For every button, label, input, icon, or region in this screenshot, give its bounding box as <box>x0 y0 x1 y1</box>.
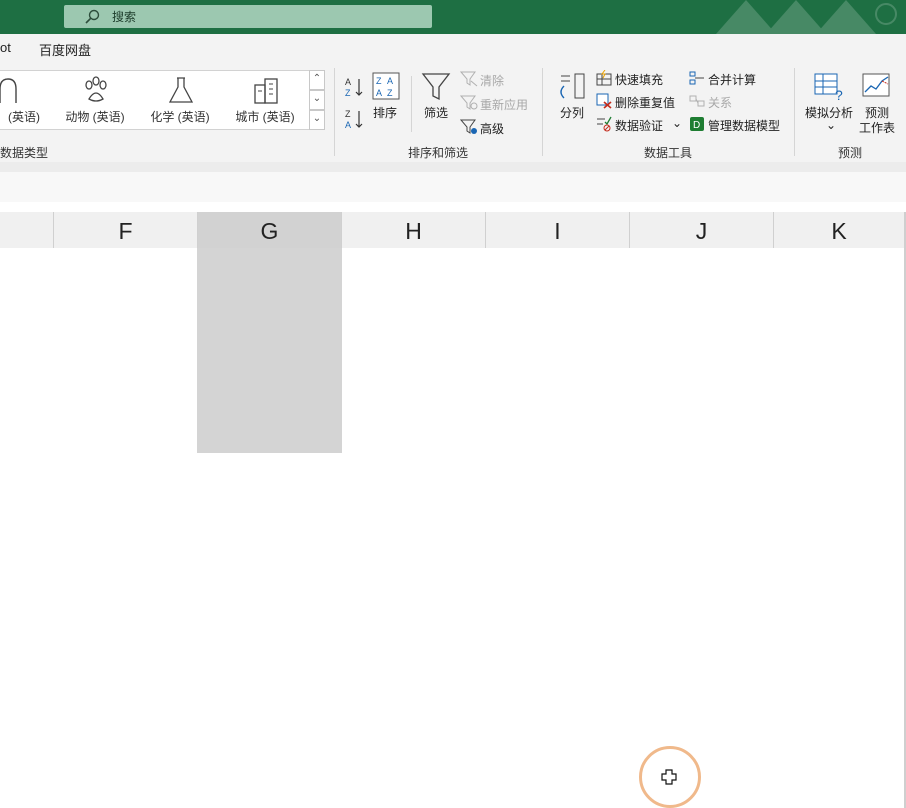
group-separator <box>334 68 335 156</box>
chevron-down-icon[interactable]: ⌄ <box>826 118 836 132</box>
svg-text:Z: Z <box>345 88 351 98</box>
consolidate-label[interactable]: 合并计算 <box>708 71 756 88</box>
clear-filter-icon <box>460 71 478 87</box>
ribbon-bottom-bar <box>0 162 906 172</box>
worksheet-grid[interactable] <box>0 248 904 808</box>
group-label-data-tools: 数据工具 <box>644 146 693 160</box>
title-bar: 搜索 <box>0 0 906 34</box>
ribbon: (英语) 动物 (英语) 化学 (英语) 城市 (英语) ⌃ ⌄ ⌄ 数据类型 … <box>0 62 906 163</box>
data-type-person[interactable]: (英语) <box>0 71 44 129</box>
selected-range[interactable] <box>197 248 342 453</box>
relationships-icon <box>689 95 705 107</box>
remove-duplicates-label[interactable]: 删除重复值 <box>615 94 675 111</box>
gallery-scroll-up[interactable]: ⌃ <box>309 70 325 90</box>
advanced-filter-icon[interactable] <box>460 119 478 135</box>
reapply-label: 重新应用 <box>480 98 529 112</box>
data-type-city-label: 城市 (英语) <box>235 110 295 124</box>
column-header-k[interactable]: K <box>774 212 904 248</box>
chevron-down-icon[interactable]: ⌄ <box>672 116 682 130</box>
data-model-icon[interactable]: D <box>689 116 705 132</box>
column-header-i[interactable]: I <box>486 212 630 248</box>
svg-text:A: A <box>345 77 351 87</box>
person-icon <box>0 78 17 103</box>
svg-text:A: A <box>345 120 351 130</box>
search-icon <box>85 9 100 24</box>
what-if-analysis-icon[interactable]: ? <box>814 72 846 102</box>
svg-text:D: D <box>693 120 700 131</box>
gallery-scroll-down[interactable]: ⌄ <box>309 90 325 110</box>
data-type-animal-label: 动物 (英语) <box>65 110 125 124</box>
remove-duplicates-icon[interactable] <box>596 93 612 109</box>
sort-button-label[interactable]: 排序 <box>373 104 397 121</box>
svg-text:Z: Z <box>345 109 351 119</box>
group-separator <box>794 68 795 156</box>
sort-descending-icon[interactable]: Z A <box>344 108 366 130</box>
svg-text:Z: Z <box>387 88 393 98</box>
text-to-columns-icon[interactable] <box>556 72 586 102</box>
search-placeholder: 搜索 <box>112 10 137 24</box>
flash-fill-icon[interactable] <box>596 70 612 86</box>
flask-icon <box>168 77 194 103</box>
title-bar-decoration <box>716 0 897 34</box>
column-header-f[interactable]: F <box>54 212 198 248</box>
filter-icon[interactable] <box>421 72 451 102</box>
column-header-partial[interactable] <box>0 212 54 248</box>
group-separator <box>542 68 543 156</box>
data-type-city[interactable]: 城市 (英语) <box>223 71 307 129</box>
clear-filter-label: 清除 <box>480 74 505 88</box>
column-headers: F G H I J K <box>0 212 906 249</box>
advanced-filter-label[interactable]: 高级 <box>480 120 504 137</box>
flash-fill-label[interactable]: 快速填充 <box>615 71 663 88</box>
data-types-gallery: (英语) 动物 (英语) 化学 (英语) 城市 (英语) <box>0 70 311 130</box>
grid-gap <box>0 202 906 212</box>
forecast-sheet-icon[interactable] <box>862 72 892 102</box>
svg-text:A: A <box>387 76 393 86</box>
reapply-icon <box>460 95 478 110</box>
group-label-sort-filter: 排序和筛选 <box>408 146 469 160</box>
formula-bar[interactable] <box>0 172 906 203</box>
column-header-g[interactable]: G <box>198 212 342 248</box>
svg-text:A: A <box>376 88 382 98</box>
group-label-data-types: 数据类型 <box>0 146 49 160</box>
data-type-chemistry[interactable]: 化学 (英语) <box>138 71 222 129</box>
sort-filter-separator <box>411 76 412 132</box>
filter-button-label[interactable]: 筛选 <box>424 104 448 121</box>
data-type-person-label: (英语) <box>8 110 40 124</box>
tab-partial[interactable]: ot <box>0 40 11 55</box>
consolidate-icon[interactable] <box>689 70 705 86</box>
tab-baidu-netdisk[interactable]: 百度网盘 <box>39 40 91 59</box>
sort-ascending-icon[interactable]: A Z <box>344 76 366 98</box>
sort-dialog-icon[interactable]: Z A A Z <box>372 72 400 100</box>
svg-text:?: ? <box>835 87 843 102</box>
gallery-expand[interactable]: ⌄ <box>309 110 325 130</box>
data-type-animal[interactable]: 动物 (英语) <box>53 71 137 129</box>
data-validation-label[interactable]: 数据验证 <box>615 117 663 134</box>
data-validation-icon[interactable] <box>596 116 612 132</box>
manage-data-model-label[interactable]: 管理数据模型 <box>708 117 780 134</box>
svg-text:Z: Z <box>376 76 382 86</box>
relationships-label: 关系 <box>708 96 733 110</box>
paw-icon <box>85 76 107 102</box>
building-icon <box>254 78 278 104</box>
data-type-chemistry-label: 化学 (英语) <box>150 110 210 124</box>
column-header-j[interactable]: J <box>630 212 774 248</box>
search-box[interactable]: 搜索 <box>64 5 432 28</box>
column-header-h[interactable]: H <box>342 212 486 248</box>
forecast-sheet-label-2[interactable]: 工作表 <box>859 119 895 136</box>
group-label-forecast: 预测 <box>838 146 863 160</box>
cell-cursor-icon <box>661 769 677 785</box>
ribbon-tabs: ot 百度网盘 <box>0 34 906 62</box>
text-to-columns-label[interactable]: 分列 <box>560 104 584 121</box>
